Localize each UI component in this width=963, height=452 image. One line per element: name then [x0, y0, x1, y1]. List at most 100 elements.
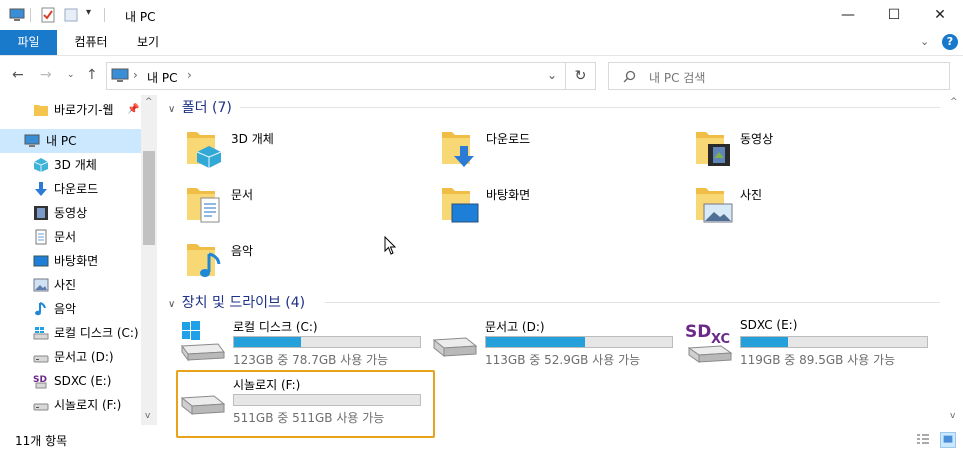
folder-documents[interactable]: 문서	[185, 184, 415, 234]
folders-group-header[interactable]: ∨ 폴더 (7)	[168, 97, 232, 117]
ribbon: 파일 컴퓨터 보기 ⌄ ?	[0, 30, 963, 56]
chevron-down-icon[interactable]: ⌄	[547, 68, 557, 82]
recent-locations-icon[interactable]: ⌄	[67, 70, 75, 80]
windows-drive-icon	[181, 321, 225, 362]
large-icons-view-icon[interactable]	[940, 432, 956, 448]
up-arrow-icon[interactable]: ↑	[86, 67, 98, 83]
scrollbar-thumb[interactable]	[143, 151, 155, 245]
sidebar-item-local-disk-c[interactable]: 로컬 디스크 (C:)	[0, 321, 141, 345]
sidebar-item-videos[interactable]: 동영상	[0, 201, 141, 225]
sidebar-item-label: 다운로드	[54, 182, 99, 196]
close-button[interactable]: ✕	[917, 0, 963, 30]
drive-usage-fill	[486, 337, 585, 347]
tab-computer[interactable]: 컴퓨터	[62, 30, 120, 55]
drive-name: 시놀로지 (F:)	[233, 378, 301, 392]
sidebar-item-label: 시놀로지 (F:)	[54, 398, 122, 412]
pin-icon[interactable]: 📌	[127, 98, 139, 122]
folder-pictures[interactable]: 사진	[694, 184, 924, 234]
folder-videos-icon	[696, 132, 730, 166]
folder-3d-objects-icon	[187, 132, 222, 168]
folder-music[interactable]: 음악	[185, 240, 415, 290]
sidebar-item-label: 문서고 (D:)	[54, 350, 114, 364]
sidebar-item-label: 로컬 디스크 (C:)	[54, 326, 139, 340]
drive-archive-d[interactable]: 문서고 (D:) 113GB 중 52.9GB 사용 가능	[430, 318, 680, 370]
drive-usage-bar	[740, 336, 928, 348]
back-arrow-icon[interactable]: ←	[12, 67, 24, 83]
folder-label: 동영상	[740, 132, 774, 146]
help-icon[interactable]: ?	[942, 34, 958, 50]
folder-downloads[interactable]: 다운로드	[440, 128, 670, 178]
drive-sdxc-e[interactable]: SD XC SDXC (E:) 119GB 중 89.5GB 사용 가능	[685, 318, 935, 370]
film-icon	[34, 206, 48, 220]
computer-icon	[111, 68, 129, 82]
chevron-right-icon[interactable]: ›	[133, 68, 138, 82]
sidebar-item-documents[interactable]: 문서	[0, 225, 141, 249]
sidebar-item-this-pc[interactable]: 내 PC	[0, 129, 141, 153]
search-placeholder: 내 PC 검색	[649, 71, 706, 85]
tab-view[interactable]: 보기	[124, 30, 172, 55]
drive-usage-bar	[485, 336, 673, 348]
chevron-down-icon[interactable]: ∨	[168, 299, 175, 310]
drive-icon	[180, 395, 226, 416]
main-scrollbar[interactable]: ^ v	[946, 95, 963, 425]
sdxc-icon: SD	[33, 375, 47, 389]
folder-label: 사진	[740, 188, 763, 202]
drive-local-disk-c[interactable]: 로컬 디스크 (C:) 123GB 중 78.7GB 사용 가능	[178, 318, 428, 370]
address-bar[interactable]: › 내 PC › ⌄	[106, 62, 566, 90]
drive-space: 119GB 중 89.5GB 사용 가능	[740, 353, 896, 367]
computer-icon[interactable]	[9, 7, 25, 23]
sidebar-item-sdxc-e[interactable]: SD SDXC (E:)	[0, 369, 141, 393]
drive-synology-f[interactable]: 시놀로지 (F:) 511GB 중 511GB 사용 가능	[178, 376, 428, 428]
folder-desktop-icon	[442, 188, 479, 223]
search-icon	[623, 70, 636, 83]
refresh-button[interactable]: ↻	[566, 62, 596, 90]
folder-label: 바탕화면	[486, 188, 531, 202]
maximize-button[interactable]: ☐	[871, 0, 917, 30]
drive-usage-bar	[233, 394, 421, 406]
status-bar: 11개 항목	[0, 428, 963, 452]
folder-desktop[interactable]: 바탕화면	[440, 184, 670, 234]
folder-3d-objects[interactable]: 3D 개체	[185, 128, 415, 178]
chevron-right-icon[interactable]: ›	[187, 68, 192, 82]
properties-icon[interactable]	[40, 7, 56, 23]
forward-arrow-icon[interactable]: →	[40, 67, 52, 83]
tab-file[interactable]: 파일	[0, 30, 57, 55]
sidebar-item-synology-f[interactable]: 시놀로지 (F:)	[0, 393, 141, 417]
sidebar-item-archive-d[interactable]: 문서고 (D:)	[0, 345, 141, 369]
sidebar-item-pictures[interactable]: 사진	[0, 273, 141, 297]
sidebar-item-desktop[interactable]: 바탕화면	[0, 249, 141, 273]
drive-space: 113GB 중 52.9GB 사용 가능	[485, 353, 641, 367]
chevron-down-icon[interactable]: ∨	[168, 104, 175, 115]
svg-text:XC: XC	[711, 332, 730, 347]
svg-text:SD: SD	[685, 322, 711, 342]
divider	[240, 107, 940, 108]
sdxc-icon: SD XC	[685, 322, 733, 363]
drives-group-header[interactable]: ∨ 장치 및 드라이브 (4)	[168, 292, 305, 312]
minimize-button[interactable]: —	[825, 0, 871, 30]
sidebar-item-3d-objects[interactable]: 3D 개체	[0, 153, 141, 177]
download-icon	[35, 182, 47, 196]
sidebar-item-label: 사진	[54, 278, 77, 292]
sidebar-scrollbar[interactable]: ^ v	[141, 95, 157, 425]
scroll-up-icon[interactable]: ^	[145, 97, 153, 107]
music-icon	[35, 302, 46, 316]
details-view-icon[interactable]	[916, 433, 930, 447]
sidebar-item-downloads[interactable]: 다운로드	[0, 177, 141, 201]
folder-videos[interactable]: 동영상	[694, 128, 924, 178]
drive-space: 511GB 중 511GB 사용 가능	[233, 411, 385, 425]
sidebar-item-label: 바탕화면	[54, 254, 99, 268]
breadcrumb-item[interactable]: 내 PC	[147, 69, 177, 86]
scroll-up-icon[interactable]: ^	[950, 97, 958, 107]
sidebar-item-quick-web[interactable]: 바로가기-웹 📌	[0, 98, 141, 122]
folder-music-icon	[187, 244, 221, 277]
folder-downloads-icon	[442, 132, 474, 167]
new-folder-icon[interactable]	[63, 7, 79, 23]
expand-ribbon-icon[interactable]: ⌄	[920, 35, 929, 48]
navigation-pane: 바로가기-웹 📌 내 PC 3D 개체 다운로드 동영상 문서 바탕화면 사진 …	[0, 95, 157, 425]
sidebar-item-music[interactable]: 음악	[0, 297, 141, 321]
scroll-down-icon[interactable]: v	[950, 411, 955, 421]
drive-name: 문서고 (D:)	[485, 320, 545, 334]
search-input[interactable]: 내 PC 검색	[608, 62, 950, 90]
scroll-down-icon[interactable]: v	[145, 411, 150, 421]
customize-quick-access-icon[interactable]: ▾	[86, 7, 91, 18]
